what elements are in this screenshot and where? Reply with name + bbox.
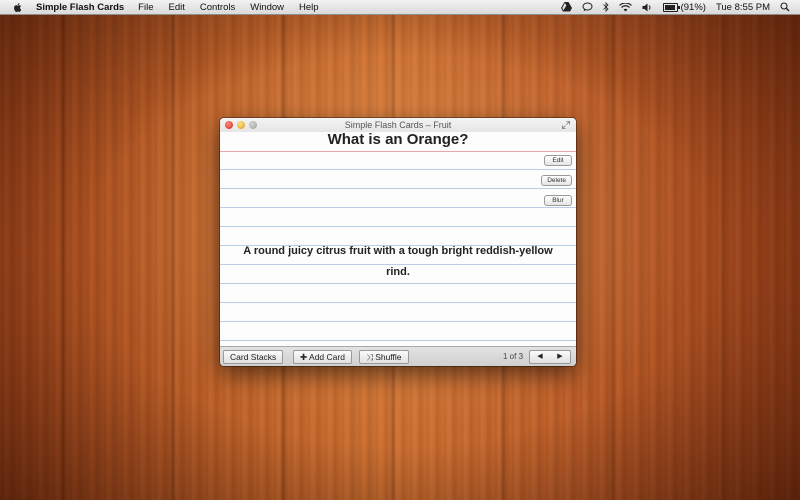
shuffle-label: Shuffle <box>375 352 402 362</box>
card-answer: A round juicy citrus fruit with a tough … <box>243 245 553 278</box>
battery-status[interactable]: (91%) <box>662 1 706 13</box>
next-card-button[interactable]: ▶ <box>550 350 571 364</box>
fullscreen-icon[interactable] <box>562 121 570 129</box>
menu-help[interactable]: Help <box>299 2 319 13</box>
left-arrow-icon: ◀ <box>537 353 543 360</box>
bluetooth-icon[interactable] <box>602 2 609 12</box>
battery-percent: (91%) <box>680 1 706 13</box>
drive-sync-icon[interactable] <box>560 2 572 12</box>
flash-card[interactable]: What is an Orange? Edit Delete Blur A ro… <box>220 131 576 346</box>
right-arrow-icon: ▶ <box>557 353 563 360</box>
add-card-button[interactable]: ✚ Add Card <box>293 350 352 364</box>
menu-edit[interactable]: Edit <box>168 2 184 13</box>
shuffle-button[interactable]: ⤨ Shuffle <box>359 350 409 364</box>
battery-icon <box>662 2 680 12</box>
clock[interactable]: Tue 8:55 PM <box>716 2 770 13</box>
apple-menu-icon[interactable] <box>12 2 24 13</box>
menu-window[interactable]: Window <box>250 2 284 13</box>
flash-card-window: Simple Flash Cards – Fruit What is an Or… <box>220 118 576 366</box>
plus-icon: ✚ <box>300 352 308 362</box>
blur-button[interactable]: Blur <box>544 195 572 206</box>
wifi-icon[interactable] <box>618 2 632 12</box>
menu-controls[interactable]: Controls <box>200 2 235 13</box>
card-counter: 1 of 3 <box>503 352 524 361</box>
card-question: What is an Orange? <box>327 131 469 148</box>
add-card-label: Add Card <box>309 352 345 362</box>
bottom-toolbar: Card Stacks ✚ Add Card ⤨ Shuffle 1 of 3 … <box>220 346 576 366</box>
spotlight-search-icon[interactable] <box>780 2 790 12</box>
window-title: Simple Flash Cards – Fruit <box>344 120 452 130</box>
volume-icon[interactable] <box>642 3 653 12</box>
title-bar[interactable]: Simple Flash Cards – Fruit <box>220 118 576 132</box>
menu-file[interactable]: File <box>138 2 153 13</box>
status-area: (91%) Tue 8:55 PM <box>551 2 790 13</box>
menu-app-name[interactable]: Simple Flash Cards <box>36 2 124 13</box>
edit-button[interactable]: Edit <box>544 155 572 166</box>
card-stacks-label: Card Stacks <box>230 352 277 362</box>
menu-bar: Simple Flash Cards File Edit Controls Wi… <box>0 0 800 15</box>
shuffle-icon: ⤨ <box>366 352 373 362</box>
delete-button[interactable]: Delete <box>541 175 572 186</box>
previous-card-button[interactable]: ◀ <box>529 350 551 364</box>
card-header: What is an Orange? <box>220 131 576 152</box>
messages-icon[interactable] <box>582 2 593 12</box>
card-stacks-button[interactable]: Card Stacks <box>223 350 284 364</box>
